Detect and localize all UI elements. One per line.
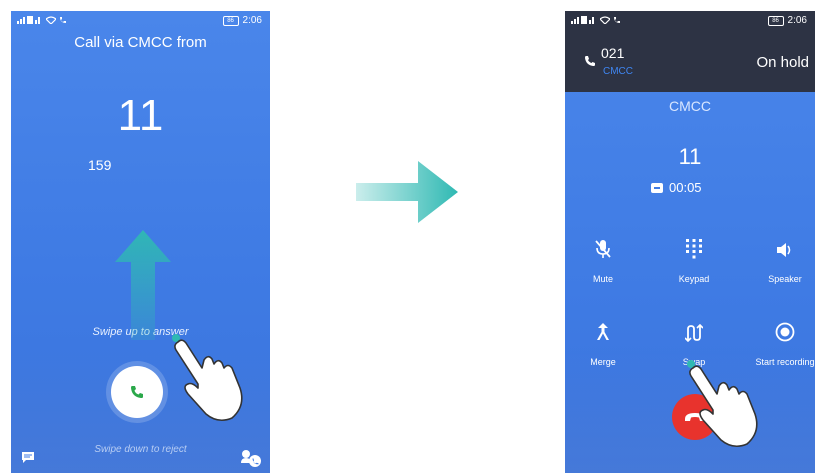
status-time: 2:06 xyxy=(242,15,262,26)
caller-location: 159 xyxy=(88,157,112,173)
hand-pointer-icon xyxy=(172,334,243,422)
status-bar: 86 2:06 xyxy=(565,11,815,31)
speaker-label: Speaker xyxy=(768,274,802,284)
message-icon[interactable] xyxy=(21,451,35,464)
caller-name: CMCC xyxy=(669,98,711,114)
signal-icon xyxy=(571,16,594,24)
call-timer: 00:05 xyxy=(669,180,702,195)
mute-label: Mute xyxy=(592,274,613,284)
swap-icon xyxy=(685,324,703,342)
wifi-icon xyxy=(600,15,610,24)
call-duration: 00:05 xyxy=(651,180,702,195)
speaker-button[interactable]: Speaker xyxy=(745,233,815,284)
battery-icon: 86 xyxy=(767,15,784,26)
call-status-icon xyxy=(60,16,66,23)
reply-contact-icon[interactable] xyxy=(240,448,262,468)
merge-icon xyxy=(597,323,609,340)
merge-label: Merge xyxy=(590,357,616,367)
caller-number: 11 xyxy=(117,91,164,140)
keypad-button[interactable]: Keypad xyxy=(654,233,734,284)
battery-icon: 86 xyxy=(222,15,239,26)
held-call-number: 021 xyxy=(601,45,625,61)
record-icon xyxy=(775,322,795,342)
merge-button[interactable]: Merge xyxy=(565,316,643,367)
call-hold-icon xyxy=(585,56,595,66)
call-via-label: Call via CMCC from xyxy=(74,34,207,51)
transition-arrow xyxy=(356,161,458,223)
mute-button[interactable]: Mute xyxy=(565,233,643,284)
swipe-down-hint: Swipe down to reject xyxy=(94,444,187,455)
keypad-icon xyxy=(686,239,702,259)
speaker-icon xyxy=(777,243,791,257)
wifi-icon xyxy=(46,15,56,24)
swipe-up-arrow xyxy=(115,230,171,340)
call-status-icon xyxy=(614,16,620,23)
phone-icon xyxy=(131,386,143,398)
hand-pointer-icon xyxy=(687,360,758,448)
held-call-bar[interactable]: 86 2:06 021 CMCC On hold xyxy=(565,11,815,92)
answer-button[interactable] xyxy=(111,366,163,418)
signal-icon xyxy=(17,16,40,24)
hd-call-icon xyxy=(651,182,663,193)
status-time: 2:06 xyxy=(787,15,807,26)
caller-number: 11 xyxy=(678,144,702,169)
keypad-label: Keypad xyxy=(678,274,710,284)
status-bar: 86 2:06 xyxy=(11,11,270,31)
held-call-status: On hold xyxy=(756,54,809,71)
mute-icon xyxy=(595,240,611,258)
held-call-name: CMCC xyxy=(603,66,633,77)
